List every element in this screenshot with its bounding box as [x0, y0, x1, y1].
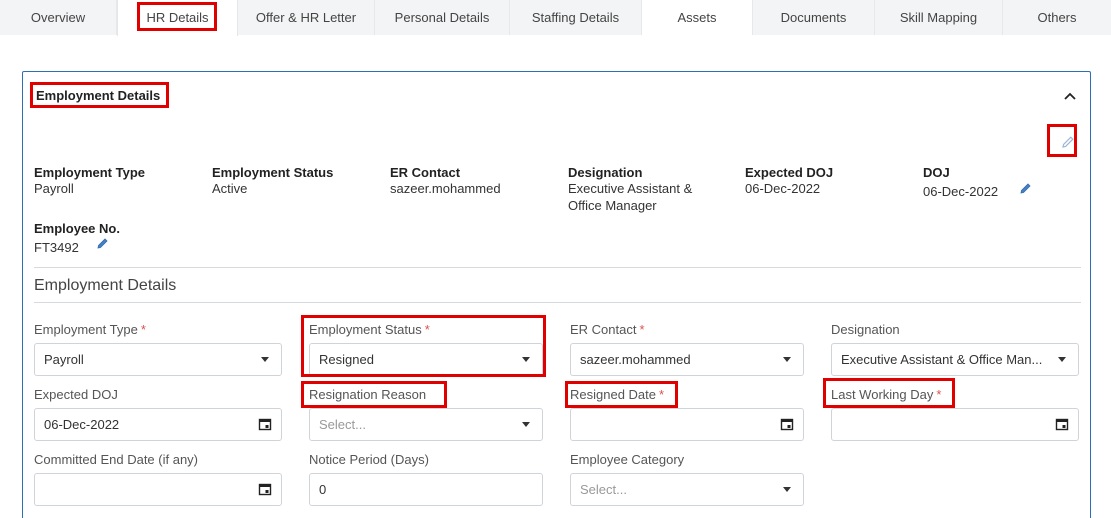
- employment-type-label: Employment Type *: [34, 322, 146, 337]
- employee-category-label: Employee Category: [570, 452, 685, 467]
- employment-status-label: Employment Status *: [309, 322, 430, 337]
- employee-category-select[interactable]: Select...: [570, 473, 804, 506]
- caret-down-icon: [1058, 357, 1066, 362]
- employment-type-select[interactable]: Payroll: [34, 343, 282, 376]
- caret-down-icon: [783, 357, 791, 362]
- summary-label-designation: Designation: [568, 165, 643, 180]
- resignation-reason-label: Resignation Reason: [309, 387, 427, 402]
- expected-doj-input[interactable]: 06-Dec-2022: [34, 408, 282, 441]
- er-contact-label: ER Contact *: [570, 322, 645, 337]
- calendar-icon[interactable]: [258, 482, 272, 496]
- tab-skill-mapping[interactable]: Skill Mapping: [875, 0, 1003, 35]
- summary-label-employee-no: Employee No.: [34, 221, 120, 236]
- summary-label-doj: DOJ: [923, 165, 950, 180]
- last-working-day-label: Last Working Day *: [831, 387, 942, 402]
- expected-doj-label: Expected DOJ: [34, 387, 118, 402]
- employment-status-select[interactable]: Resigned: [309, 343, 543, 376]
- tab-overview[interactable]: Overview: [0, 0, 117, 35]
- tab-documents[interactable]: Documents: [753, 0, 875, 35]
- caret-down-icon: [522, 357, 530, 362]
- summary-label-expected-doj: Expected DOJ: [745, 165, 834, 180]
- caret-down-icon: [783, 487, 791, 492]
- summary-value-doj: 06-Dec-2022: [923, 184, 999, 199]
- notice-period-label: Notice Period (Days): [309, 452, 429, 467]
- pencil-icon[interactable]: [1019, 181, 1033, 195]
- designation-select[interactable]: Executive Assistant & Office Man...: [831, 343, 1079, 376]
- summary-value-designation: Executive Assistant & Office Manager: [568, 181, 693, 213]
- designation-label: Designation: [831, 322, 900, 337]
- summary-value-employee-no: FT3492: [34, 240, 79, 255]
- pencil-icon[interactable]: [96, 236, 110, 250]
- section-title: Employment Details: [34, 277, 177, 294]
- tab-assets[interactable]: Assets: [642, 0, 753, 35]
- last-working-day-input[interactable]: [831, 408, 1079, 441]
- summary-label-er-contact: ER Contact: [390, 165, 461, 180]
- summary-value-employment-status: Active: [212, 181, 248, 196]
- resigned-date-input[interactable]: [570, 408, 804, 441]
- tab-others[interactable]: Others: [1003, 0, 1111, 35]
- pencil-icon[interactable]: [1060, 134, 1076, 150]
- summary-value-employment-type: Payroll: [34, 181, 74, 196]
- notice-period-input[interactable]: 0: [309, 473, 543, 506]
- divider: [34, 302, 1081, 303]
- chevron-up-icon[interactable]: [1062, 88, 1078, 104]
- summary-label-employment-status: Employment Status: [212, 165, 334, 180]
- calendar-icon[interactable]: [1055, 417, 1069, 431]
- resigned-date-label: Resigned Date *: [570, 387, 665, 402]
- caret-down-icon: [261, 357, 269, 362]
- tab-offer-hr-letter[interactable]: Offer & HR Letter: [238, 0, 375, 35]
- tab-hr-details[interactable]: HR Details: [117, 0, 238, 36]
- calendar-icon[interactable]: [258, 417, 272, 431]
- tab-staffing-details[interactable]: Staffing Details: [510, 0, 642, 35]
- er-contact-select[interactable]: sazeer.mohammed: [570, 343, 804, 376]
- resignation-reason-select[interactable]: Select...: [309, 408, 543, 441]
- tab-bar: Overview HR Details Offer & HR Letter Pe…: [0, 0, 1111, 36]
- tab-personal-details[interactable]: Personal Details: [375, 0, 510, 35]
- committed-end-date-input[interactable]: [34, 473, 282, 506]
- summary-label-employment-type: Employment Type: [34, 165, 146, 180]
- card-title: Employment Details: [36, 88, 161, 103]
- committed-end-date-label: Committed End Date (if any): [34, 452, 199, 467]
- employment-details-card: Employment Details Employment Type Payro…: [22, 71, 1091, 518]
- summary-value-expected-doj: 06-Dec-2022: [745, 181, 821, 196]
- divider: [34, 267, 1081, 268]
- summary-value-er-contact: sazeer.mohammed: [390, 181, 501, 196]
- calendar-icon[interactable]: [780, 417, 794, 431]
- caret-down-icon: [522, 422, 530, 427]
